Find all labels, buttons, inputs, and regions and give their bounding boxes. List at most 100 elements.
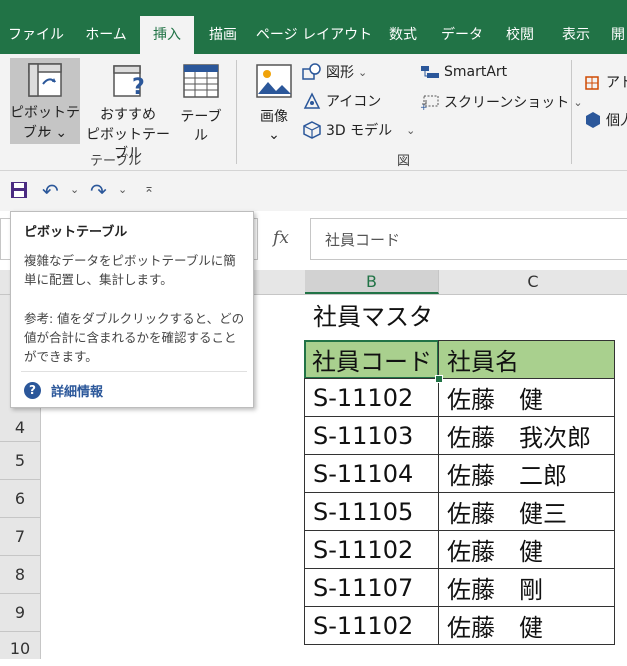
header-cell-code[interactable]: 社員コード (304, 340, 439, 379)
table-cell-name[interactable]: 佐藤 健 (438, 378, 615, 417)
learn-more-label: 詳細情報 (51, 385, 104, 400)
group-separator (571, 60, 572, 164)
formula-content: 社員コード (325, 231, 401, 249)
pivot-table-label-2: ブル ⌄ (22, 125, 68, 141)
icons-icon (303, 92, 321, 109)
row-header-4[interactable]: 4 (0, 404, 40, 442)
table-cell-code[interactable]: S-11102 (304, 606, 439, 645)
my-addins-label: 個人 (606, 113, 627, 129)
formula-input[interactable]: 社員コード (310, 218, 627, 260)
tables-group-label: テーブル (90, 154, 142, 169)
tooltip-title: ピボットテーブル (24, 225, 128, 240)
tooltip-note: 参考: 値をダブルクリックすると、どの 値が合計に含まれるかを確認すること がで… (24, 309, 244, 366)
chevron-down-icon: ⌄ (573, 95, 583, 109)
table-cell-name[interactable]: 佐藤 健三 (438, 492, 615, 531)
addins-label: アド (606, 75, 627, 91)
column-header-c[interactable]: C (439, 270, 627, 294)
table-cell-code[interactable]: S-11104 (304, 454, 439, 493)
image-button[interactable]: 画像 ⌄ (250, 58, 298, 144)
chevron-down-icon: ⌄ (358, 65, 368, 79)
table-cell-name[interactable]: 佐藤 剛 (438, 568, 615, 607)
tooltip-note-line: ができます。 (24, 349, 98, 364)
svg-text:?: ? (132, 75, 145, 100)
column-header-b[interactable]: B (305, 270, 439, 294)
table-cell-code[interactable]: S-11102 (304, 378, 439, 417)
recommended-pivot-button[interactable]: ? おすすめ ピボットテーブル (82, 58, 174, 162)
tooltip-description-line: 単に配置し、集計します。 (24, 272, 173, 287)
row-header-5[interactable]: 5 (0, 442, 40, 480)
tab-review[interactable]: 校閲 (497, 16, 543, 54)
sheet-title[interactable]: 社員マスタ (305, 296, 605, 332)
cube-icon (303, 121, 321, 139)
svg-text:+: + (420, 103, 428, 110)
row-header-7[interactable]: 7 (0, 518, 40, 556)
icons-label: アイコン (326, 94, 382, 110)
tab-insert[interactable]: 挿入 (140, 16, 194, 54)
table-cell-code[interactable]: S-11102 (304, 530, 439, 569)
help-icon: ? (24, 382, 41, 399)
table-cell-name[interactable]: 佐藤 健 (438, 530, 615, 569)
shapes-icon (302, 63, 321, 80)
get-addins-button[interactable]: アド (584, 72, 627, 92)
redo-icon[interactable]: ↷ (90, 179, 107, 203)
chevron-down-icon[interactable]: ⌄ (118, 183, 127, 196)
tab-formulas[interactable]: 数式 (381, 16, 425, 54)
row-header-6[interactable]: 6 (0, 480, 40, 518)
quick-access-toolbar: ↶ ⌄ ↷ ⌄ ⌅ (0, 171, 627, 211)
screenshot-button[interactable]: + スクリーンショット ⌄ (420, 92, 583, 112)
row-header-10[interactable]: 10 (0, 632, 40, 659)
table-label: テーブル (180, 109, 222, 144)
shapes-label: 図形 (326, 65, 354, 81)
row-header-8[interactable]: 8 (0, 556, 40, 594)
header-cell-name[interactable]: 社員名 (438, 340, 615, 379)
undo-icon[interactable]: ↶ (42, 179, 59, 203)
tab-data[interactable]: データ (435, 16, 489, 54)
table-cell-code[interactable]: S-11103 (304, 416, 439, 455)
my-addins-button[interactable]: 個人 (584, 110, 627, 130)
addins-icon (585, 76, 599, 90)
image-label-1: 画像 (260, 109, 288, 125)
tooltip-description-line: 複雑なデータをピボットテーブルに簡 (24, 253, 236, 268)
customize-qat-icon[interactable]: ⌅ (144, 181, 154, 195)
fill-handle[interactable] (435, 375, 443, 383)
tooltip-divider (21, 371, 247, 372)
smartart-button[interactable]: SmartArt (420, 64, 507, 80)
save-icon[interactable] (10, 181, 28, 203)
my-addins-icon (586, 112, 600, 128)
table-icon (183, 64, 219, 104)
tab-file[interactable]: ファイル (0, 16, 72, 54)
tab-view[interactable]: 表示 (553, 16, 599, 54)
image-label-2: ⌄ (268, 127, 280, 143)
tooltip-note-line: 参考: 値をダブルクリックすると、どの (24, 311, 245, 326)
pivot-table-button[interactable]: ピボットテー ブル ⌄ (10, 58, 80, 144)
tooltip-note-line: 値が合計に含まれるかを確認すること (24, 330, 237, 345)
pivot-table-icon (27, 62, 63, 104)
ribbon: ピボットテー ブル ⌄ ? おすすめ ピボットテーブル テーブル テーブル 画像… (0, 54, 627, 171)
row-header-9[interactable]: 9 (0, 594, 40, 632)
smartart-icon (421, 66, 439, 78)
table-button[interactable]: テーブル (176, 58, 226, 144)
recommended-pivot-icon: ? (112, 64, 148, 106)
table-cell-name[interactable]: 佐藤 健 (438, 606, 615, 645)
image-icon (256, 64, 292, 104)
tab-page-layout[interactable]: ページ レイアウト (255, 16, 373, 54)
table-cell-code[interactable]: S-11107 (304, 568, 439, 607)
fx-icon[interactable]: fx (258, 218, 304, 258)
pivot-table-tooltip: ピボットテーブル 複雑なデータをピボットテーブルに簡 単に配置し、集計します。 … (10, 211, 254, 408)
tab-home[interactable]: ホーム (76, 16, 136, 54)
chevron-down-icon[interactable]: ⌄ (70, 183, 79, 196)
tooltip-description: 複雑なデータをピボットテーブルに簡 単に配置し、集計します。 (24, 251, 236, 289)
table-cell-code[interactable]: S-11105 (304, 492, 439, 531)
smartart-label: SmartArt (444, 64, 508, 80)
illustrations-group-label: 図 (397, 154, 411, 169)
table-cell-name[interactable]: 佐藤 我次郎 (438, 416, 615, 455)
learn-more-link[interactable]: ? 詳細情報 (24, 381, 103, 400)
table-cell-name[interactable]: 佐藤 二郎 (438, 454, 615, 493)
tab-developer[interactable]: 開 (609, 16, 627, 54)
ribbon-tab-bar: ファイル ホーム 挿入 描画 ページ レイアウト 数式 データ 校閲 表示 開 (0, 0, 627, 54)
icons-button[interactable]: アイコン (302, 91, 381, 111)
shapes-button[interactable]: 図形 ⌄ (302, 62, 367, 82)
tab-draw[interactable]: 描画 (198, 16, 248, 54)
screenshot-label: スクリーンショット (444, 95, 570, 111)
3d-models-button[interactable]: 3D モデル ⌄ (302, 120, 415, 140)
